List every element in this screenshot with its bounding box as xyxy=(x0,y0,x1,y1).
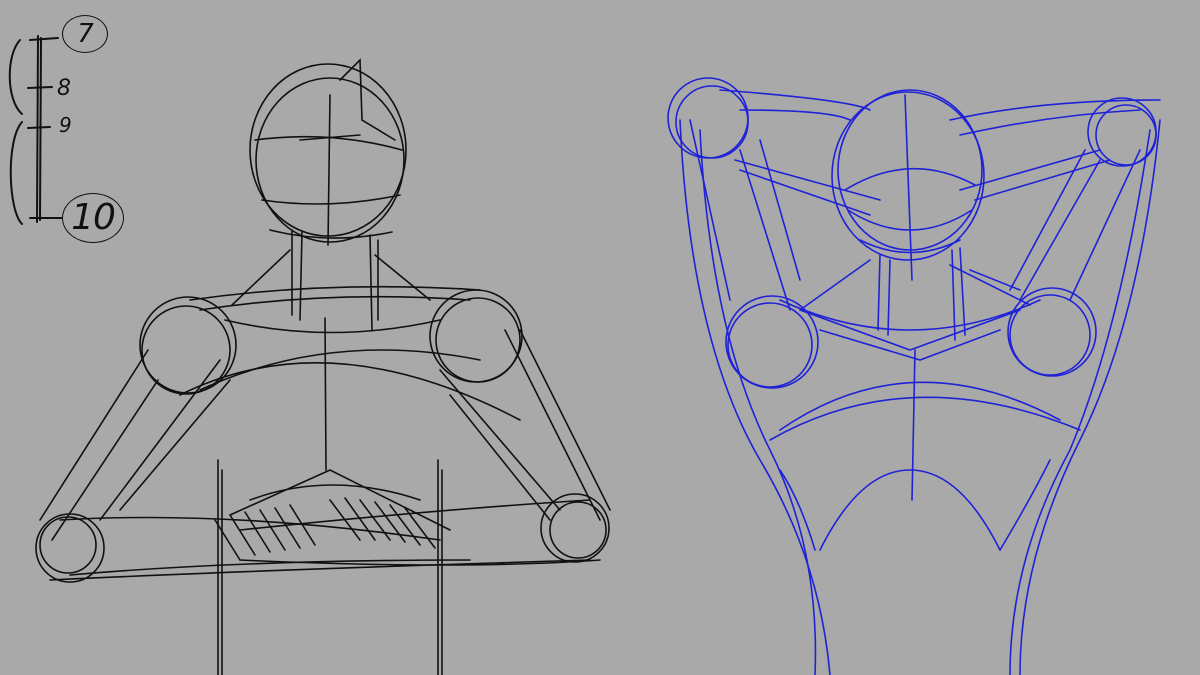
sketch-drawing xyxy=(8,35,1161,675)
sketch-canvas[interactable]: 7 8 9 10 xyxy=(0,0,1200,675)
black-figure xyxy=(35,58,611,675)
proportion-scale xyxy=(8,35,63,225)
blue-figure xyxy=(667,77,1161,675)
